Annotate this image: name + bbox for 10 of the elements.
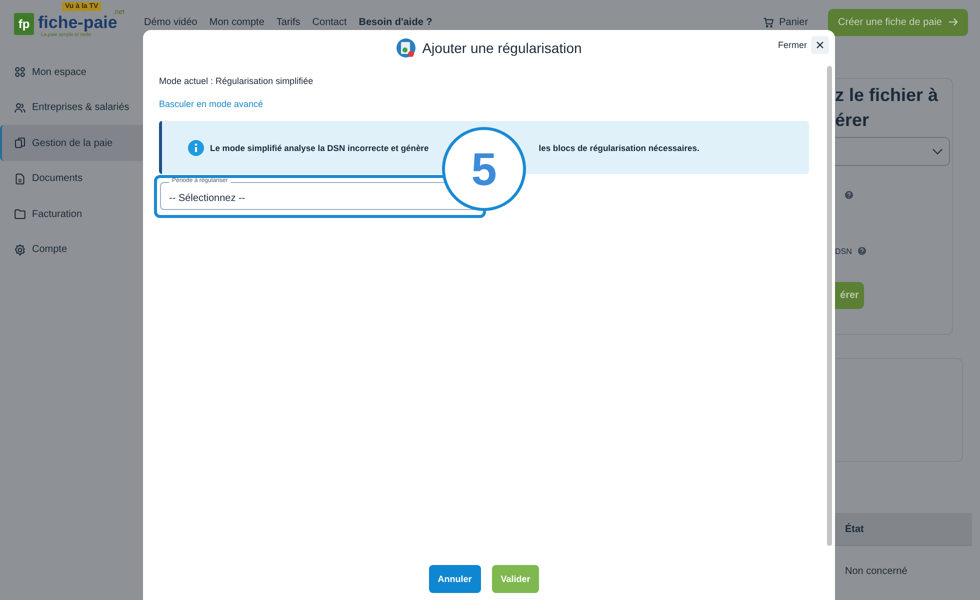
help-label: DSN [835,246,852,256]
logo-mark: fp [14,13,34,35]
table-cell-text: Non concerné [844,565,908,577]
card-title: érer [835,109,870,132]
mode-label: Mode actuel : Régularisation simplifiée [159,75,314,87]
card-title: z le fichier à [835,84,940,107]
dialog-title: Ajouter une régularisation [422,40,582,56]
info-text: les blocs de régularisation nécessaires. [538,142,700,152]
table-header: État [835,513,972,546]
info-text: Le mode simplifié analyse la DSN incorrecte et génère [210,142,429,152]
